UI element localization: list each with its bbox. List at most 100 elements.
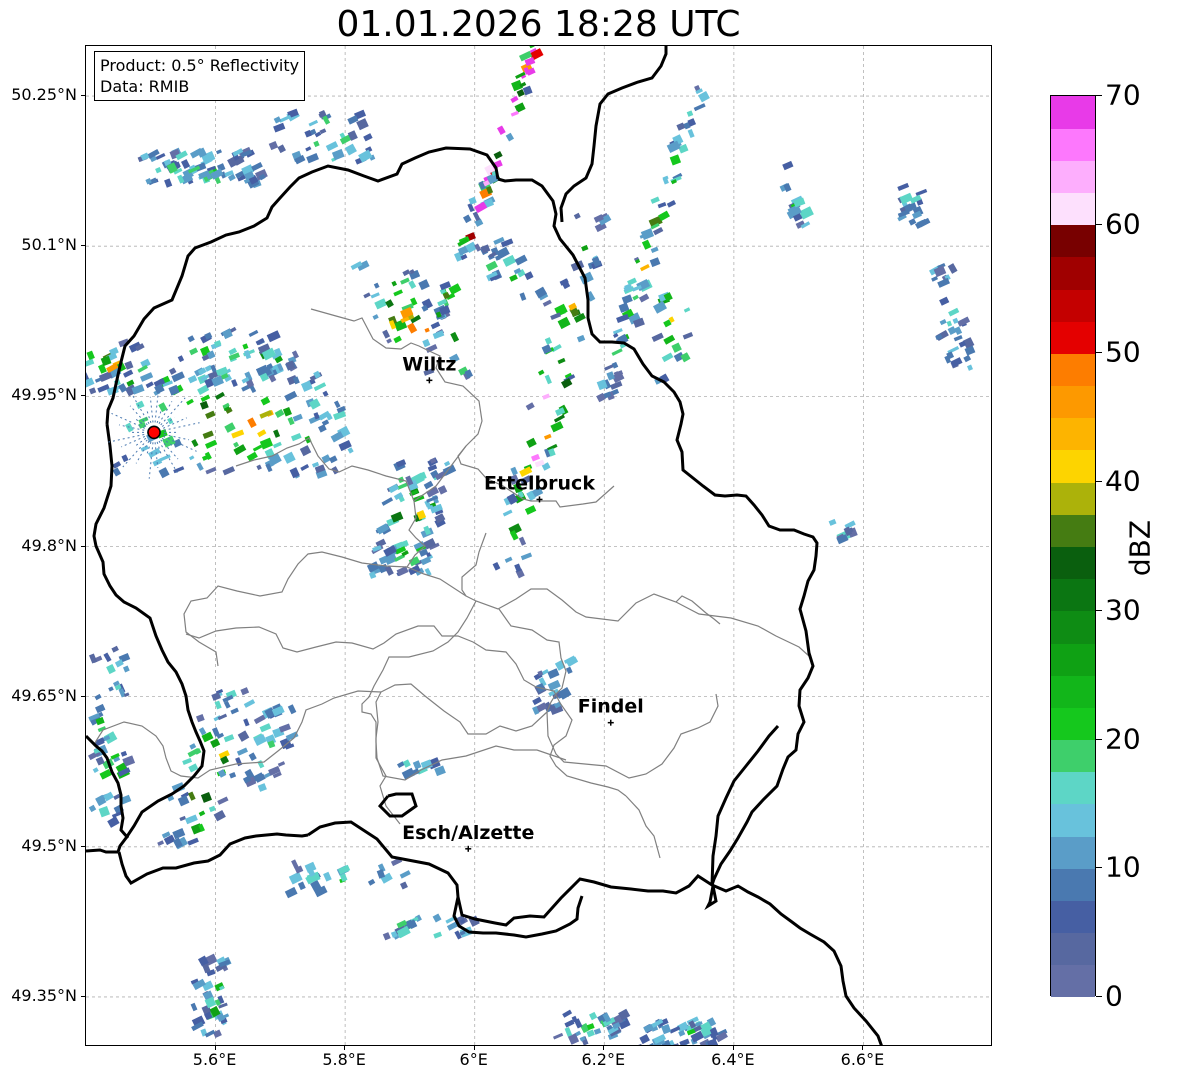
echo-cell bbox=[247, 417, 257, 428]
echo-cell bbox=[948, 307, 960, 317]
colorbar-segment bbox=[1051, 546, 1095, 580]
lat-tick-label: 49.35°N bbox=[11, 985, 77, 1005]
echo-cell bbox=[538, 369, 545, 376]
echo-cell bbox=[363, 133, 373, 142]
radar-echoes bbox=[86, 46, 976, 1045]
echo-cell bbox=[418, 279, 430, 291]
echo-cell bbox=[632, 294, 639, 301]
echo-cell bbox=[297, 881, 306, 891]
echo-cell bbox=[492, 561, 501, 571]
colorbar-segment bbox=[1051, 771, 1095, 805]
colorbar-segment bbox=[1051, 256, 1095, 290]
echo-cell bbox=[550, 421, 564, 433]
echo-cell bbox=[208, 805, 216, 813]
echo-cell bbox=[939, 318, 947, 326]
echo-cell bbox=[325, 141, 339, 152]
echo-cell bbox=[205, 410, 216, 420]
echo-cell bbox=[292, 413, 303, 422]
radar-site-marker[interactable] bbox=[147, 425, 161, 440]
lon-tick-label: 6.6°E bbox=[840, 1050, 885, 1069]
echo-cell bbox=[914, 218, 928, 230]
echo-cell bbox=[277, 761, 286, 767]
radar-map[interactable]: Wiltz Ettelbruck Findel Esch/Alzette bbox=[85, 45, 992, 1046]
colorbar-segment bbox=[1051, 128, 1095, 161]
echo-cell bbox=[562, 1009, 573, 1018]
echo-cell bbox=[468, 196, 477, 205]
echo-cell bbox=[344, 143, 357, 156]
echo-cell bbox=[107, 816, 120, 828]
colorbar-segment bbox=[1051, 578, 1095, 612]
echo-cell bbox=[199, 400, 209, 410]
echo-cell bbox=[640, 228, 655, 240]
echo-cell bbox=[92, 767, 99, 774]
city-label: Findel bbox=[578, 696, 644, 718]
echo-cell bbox=[257, 760, 265, 769]
echo-cell bbox=[485, 260, 498, 272]
echo-cell bbox=[386, 338, 392, 344]
echo-cell bbox=[573, 212, 581, 220]
echo-cell bbox=[399, 870, 411, 879]
echo-cell bbox=[510, 110, 519, 117]
echo-cell bbox=[251, 162, 263, 172]
echo-cell bbox=[347, 447, 354, 454]
echo-cell bbox=[422, 338, 431, 348]
echo-cell bbox=[649, 257, 661, 268]
echo-cell bbox=[256, 464, 262, 471]
echo-cell bbox=[266, 330, 281, 343]
echo-cell bbox=[638, 293, 650, 303]
echo-cell bbox=[231, 429, 245, 439]
colorbar-tick-mark bbox=[1096, 996, 1102, 997]
lat-tick-mark bbox=[81, 95, 85, 97]
colorbar-tick-mark bbox=[1096, 95, 1102, 96]
echo-cell bbox=[284, 886, 298, 899]
lon-tick-mark bbox=[214, 1046, 216, 1050]
echo-cell bbox=[210, 738, 221, 748]
echo-cell bbox=[86, 358, 95, 367]
echo-cell bbox=[272, 441, 282, 449]
echo-cell bbox=[217, 769, 227, 778]
echo-cell bbox=[382, 329, 391, 339]
echo-cell bbox=[253, 714, 266, 725]
echo-cell bbox=[283, 451, 296, 464]
echo-cell bbox=[437, 485, 448, 495]
echo-cell bbox=[782, 160, 794, 171]
echo-cell bbox=[953, 335, 963, 342]
echo-cell bbox=[553, 414, 566, 423]
echo-cell bbox=[524, 271, 534, 281]
echo-cell bbox=[550, 312, 562, 320]
canton-border-line bbox=[93, 690, 382, 779]
echo-cell bbox=[214, 391, 225, 400]
echo-cell bbox=[393, 335, 402, 344]
echo-cell bbox=[542, 393, 551, 400]
canton-border-line bbox=[461, 532, 487, 597]
echo-cell bbox=[671, 342, 682, 353]
echo-cell bbox=[278, 723, 291, 733]
canton-border-line bbox=[675, 595, 721, 625]
echo-cell bbox=[306, 153, 319, 164]
canton-border-line bbox=[361, 600, 567, 781]
echo-cell bbox=[229, 771, 237, 779]
echo-cell bbox=[212, 1029, 222, 1039]
echo-cell bbox=[259, 410, 273, 419]
map-canvas: Wiltz Ettelbruck Findel Esch/Alzette bbox=[86, 46, 991, 1045]
echo-cell bbox=[676, 122, 686, 131]
echo-cell bbox=[370, 292, 380, 299]
echo-cell bbox=[112, 467, 122, 477]
echo-cell bbox=[322, 390, 329, 397]
echo-cell bbox=[243, 699, 256, 708]
echo-cell bbox=[233, 441, 240, 448]
lon-tick-mark bbox=[732, 1046, 734, 1050]
echo-cell bbox=[947, 263, 958, 274]
echo-cell bbox=[120, 750, 128, 757]
echo-cell bbox=[230, 707, 239, 715]
echo-cell bbox=[557, 357, 566, 365]
echo-cell bbox=[103, 652, 112, 663]
echo-cell bbox=[89, 387, 97, 395]
echo-cell bbox=[191, 439, 199, 448]
colorbar-segment bbox=[1051, 482, 1095, 515]
echo-cell bbox=[967, 364, 973, 371]
colorbar-segment bbox=[1051, 964, 1095, 998]
echo-cell bbox=[305, 146, 312, 152]
echo-cell bbox=[611, 348, 623, 356]
colorbar-segment bbox=[1051, 192, 1095, 226]
